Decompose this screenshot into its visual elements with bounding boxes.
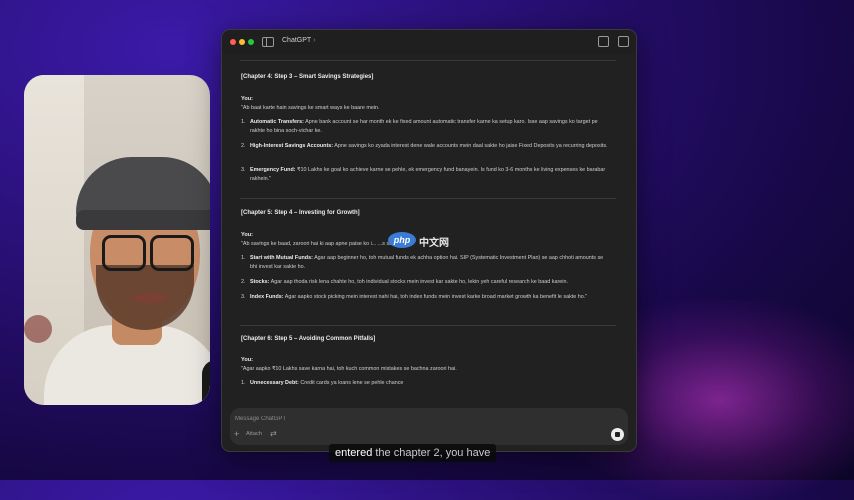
divider xyxy=(240,325,616,326)
webcam-background-object xyxy=(24,315,52,343)
message-composer: + Attach ⇄ xyxy=(230,408,628,445)
zoom-window-button[interactable] xyxy=(248,39,254,45)
webcam-mouth xyxy=(132,293,168,303)
chevron-down-icon: › xyxy=(313,37,316,44)
list-number: 3. xyxy=(241,294,246,300)
list-item-text: Agar aapko stock picking mein interest n… xyxy=(283,294,588,300)
microphone xyxy=(202,360,210,405)
tools-icon[interactable]: ⇄ xyxy=(270,429,277,438)
list-item-text: Agar aap thoda risk lena chahte ho, toh … xyxy=(269,279,568,285)
plus-icon[interactable]: + xyxy=(234,429,239,439)
list-number: 1. xyxy=(241,119,246,125)
new-chat-icon[interactable] xyxy=(618,36,629,47)
divider xyxy=(240,60,616,61)
section-heading: [Chapter 4: Step 3 – Smart Savings Strat… xyxy=(241,74,374,80)
webcam-glasses-right xyxy=(150,235,194,271)
section-heading: [Chapter 5: Step 4 – Investing for Growt… xyxy=(241,210,360,216)
list-number: 1. xyxy=(241,255,246,261)
message-intro: "Agar aapko ₹10 Lakhs save karna hai, to… xyxy=(241,366,457,372)
close-window-button[interactable] xyxy=(230,39,236,45)
share-icon[interactable] xyxy=(598,36,609,47)
list-item-title: High-Interest Savings Accounts: xyxy=(250,143,334,149)
list-item-title: Stocks: xyxy=(250,279,270,285)
list-item-text: Apne savings ko zyada interest dene wale… xyxy=(333,143,608,149)
attach-button[interactable]: Attach xyxy=(246,431,262,437)
watermark-logo: php xyxy=(388,232,416,248)
watermark-text: 中文网 xyxy=(419,238,449,249)
speaker-label: You: xyxy=(241,96,254,102)
list-number: 2. xyxy=(241,279,246,285)
list-number: 1. xyxy=(241,380,246,386)
speaker-label: You: xyxy=(241,232,254,238)
list-item-text: ₹10 Lakhs ke goal ko achieve karne se pe… xyxy=(250,167,606,182)
speaker-label: You: xyxy=(241,357,254,363)
list-number: 3. xyxy=(241,167,246,173)
list-item-title: Emergency Fund: xyxy=(250,167,296,173)
list-number: 2. xyxy=(241,143,246,149)
section-heading: [Chapter 6: Step 5 – Avoiding Common Pit… xyxy=(241,336,376,342)
caption-text: the chapter 2, you have xyxy=(372,447,491,459)
title-bar: ChatGPT › xyxy=(222,30,636,54)
list-item-text: Credit cards ya loans lene se pehle chan… xyxy=(298,380,404,386)
list-item-title: Index Funds: xyxy=(250,294,284,300)
minimize-window-button[interactable] xyxy=(239,39,245,45)
message-intro: "Ab baat karte hain savings ke smart way… xyxy=(241,105,380,111)
webcam-glasses-left xyxy=(102,235,146,271)
model-selector[interactable]: ChatGPT › xyxy=(282,37,316,44)
list-item-title: Automatic Transfers: xyxy=(250,119,304,125)
list-item-title: Unnecessary Debt: xyxy=(250,380,299,386)
chat-transcript[interactable]: [Chapter 4: Step 3 – Smart Savings Strat… xyxy=(222,54,636,410)
sidebar-toggle-icon[interactable] xyxy=(262,37,274,47)
video-caption: entered the chapter 2, you have xyxy=(329,444,497,462)
caption-highlight: entered xyxy=(335,447,373,459)
webcam-feed xyxy=(24,75,210,405)
list-item-title: Start with Mutual Funds: xyxy=(250,255,313,261)
send-stop-button[interactable] xyxy=(611,428,624,441)
message-intro: "Ab savings ke baad, zaroori hai ki aap … xyxy=(241,241,400,247)
message-input[interactable] xyxy=(233,412,537,426)
divider xyxy=(240,198,616,199)
webcam-cap-brim xyxy=(76,210,210,230)
app-title: ChatGPT xyxy=(282,37,312,44)
